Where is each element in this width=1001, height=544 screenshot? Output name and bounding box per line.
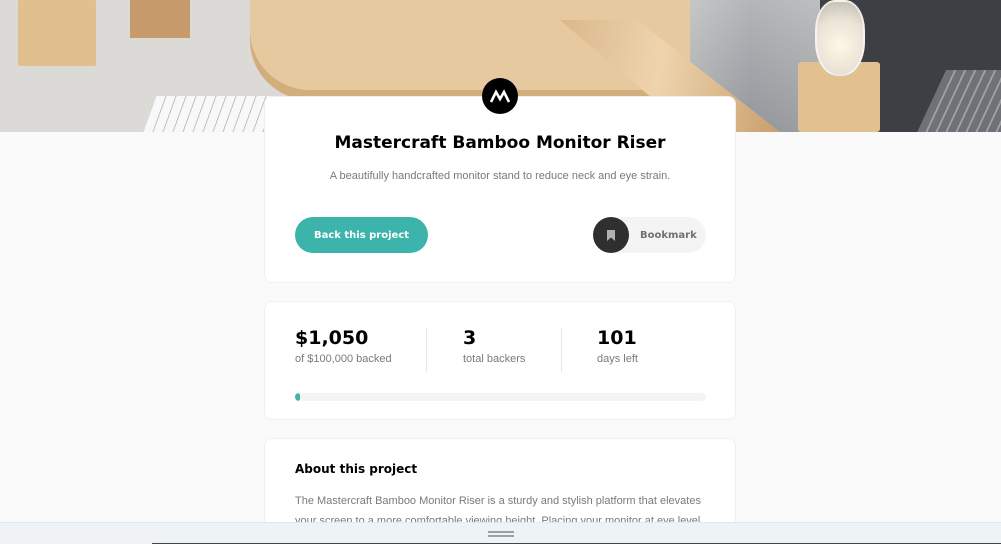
days-left-label: days left bbox=[597, 353, 638, 365]
backed-amount: $1,050 bbox=[295, 327, 369, 349]
about-title: About this project bbox=[295, 462, 418, 476]
funding-progress-bar bbox=[295, 393, 706, 401]
stat-days: 101 days left bbox=[597, 326, 638, 365]
stat-backers: 3 total backers bbox=[463, 326, 525, 365]
page-title: Mastercraft Bamboo Monitor Riser bbox=[334, 133, 666, 153]
bookmark-label: Bookmark bbox=[640, 229, 697, 241]
backers-label: total backers bbox=[463, 353, 526, 365]
logo-mark bbox=[490, 89, 510, 103]
bottom-drag-bar[interactable] bbox=[0, 522, 1001, 544]
hero-wood-block-small bbox=[130, 0, 190, 38]
bookmark-icon bbox=[593, 217, 629, 253]
bookmark-button[interactable]: Bookmark bbox=[593, 217, 706, 253]
hero-keyboard bbox=[143, 96, 277, 132]
page: Mastercraft Bamboo Monitor Riser A beaut… bbox=[0, 0, 1001, 544]
back-project-button[interactable]: Back this project bbox=[295, 217, 428, 253]
stat-divider bbox=[561, 328, 562, 372]
bookmark-glyph bbox=[607, 229, 615, 241]
hero-light-bulb bbox=[815, 0, 865, 76]
backers-count: 3 bbox=[463, 327, 477, 349]
hero-wood-block bbox=[18, 0, 96, 66]
funding-progress-fill bbox=[295, 393, 300, 401]
backed-label: of $100,000 backed bbox=[295, 353, 392, 365]
stat-backed: $1,050 of $100,000 backed bbox=[295, 326, 392, 365]
stat-divider bbox=[426, 328, 427, 372]
days-left-count: 101 bbox=[597, 327, 637, 349]
stats-card: $1,050 of $100,000 backed 3 total backer… bbox=[264, 301, 736, 420]
drag-handle-icon[interactable] bbox=[488, 531, 514, 537]
intro-card: Mastercraft Bamboo Monitor Riser A beaut… bbox=[264, 96, 736, 283]
project-subtitle: A beautifully handcrafted monitor stand … bbox=[329, 170, 671, 182]
mastercraft-logo-icon bbox=[482, 78, 518, 114]
